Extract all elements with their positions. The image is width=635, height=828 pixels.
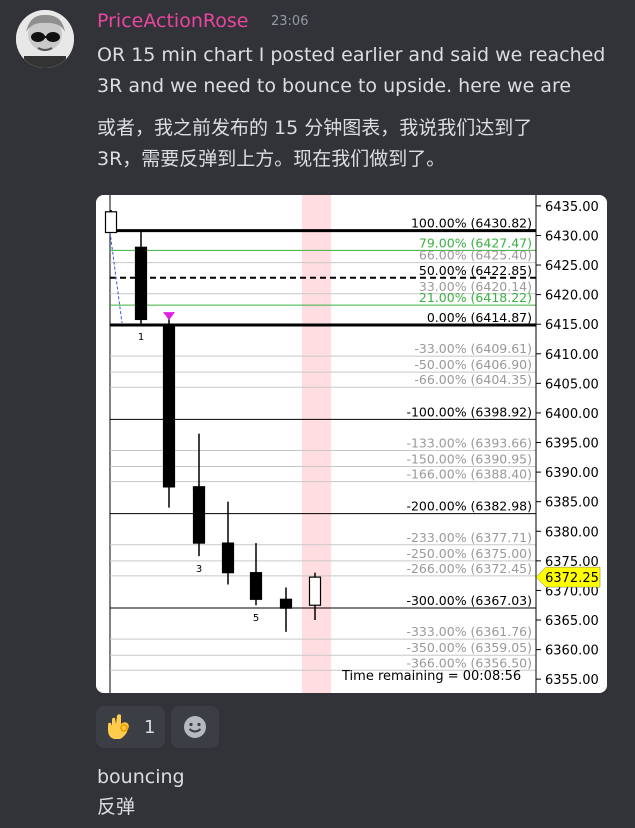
candle-label: 5 <box>253 613 259 624</box>
fib-level-label: 66.00% (6425.40) <box>419 248 532 263</box>
timestamp[interactable]: 23:06 <box>271 14 308 29</box>
price-axis-label: 6365.00 <box>545 614 599 629</box>
message-line: 3R and we need to bounce to upside. here… <box>97 75 572 97</box>
message-text-chinese: 或者，我之前发布的 15 分钟图表，我说我们达到了 3R，需要反弹到上方。现在我… <box>97 113 625 175</box>
reaction-count: 1 <box>144 716 156 738</box>
message-line: 或者，我之前发布的 15 分钟图表，我说我们达到了 <box>97 117 533 139</box>
price-axis-label: 6435.00 <box>545 200 599 215</box>
fib-level-label: -150.00% (6390.95) <box>406 451 532 466</box>
reactions-bar: 1 <box>96 706 220 748</box>
candle-body-up <box>308 576 322 606</box>
message-line: bouncing <box>97 766 185 788</box>
chart-image-attachment[interactable]: 100.00% (6430.82) 79.00% (6427.47) 66.00% … <box>96 195 607 693</box>
candlestick-chart: 100.00% (6430.82)79.00% (6427.47)66.00% … <box>96 195 607 693</box>
smiley-icon <box>184 716 207 738</box>
followup-message: bouncing 反弹 <box>97 762 625 822</box>
price-axis-label: 6405.00 <box>545 377 599 392</box>
candle-body-down <box>134 246 148 321</box>
message-line: OR 15 min chart I posted earlier and sai… <box>97 44 606 66</box>
fib-level-label: 0.00% (6414.87) <box>427 310 532 325</box>
price-axis-label: 6420.00 <box>545 289 599 304</box>
fib-level-label: 21.00% (6418.22) <box>419 290 532 305</box>
candle-label: 1 <box>138 332 144 343</box>
fib-level-label: -250.00% (6375.00) <box>406 546 532 561</box>
fib-level-label: -300.00% (6367.03) <box>406 593 532 608</box>
price-axis-label: 6415.00 <box>545 318 599 333</box>
message-text-english: OR 15 min chart I posted earlier and sai… <box>97 40 625 102</box>
fib-level-label: -50.00% (6406.90) <box>414 357 532 372</box>
price-axis-label: 6355.00 <box>545 673 599 688</box>
fib-level-label: -66.00% (6404.35) <box>414 372 532 387</box>
add-reaction-button[interactable] <box>171 706 220 748</box>
current-price-label: 6372.25 <box>545 571 599 586</box>
candle-body-down <box>192 486 206 544</box>
fib-level-label: 50.00% (6422.85) <box>419 263 532 278</box>
price-axis-label: 6400.00 <box>545 407 599 422</box>
username[interactable]: PriceActionRose <box>97 10 248 32</box>
fib-level-label: -33.00% (6409.61) <box>414 341 532 356</box>
fib-level-label: -266.00% (6372.45) <box>406 561 532 576</box>
fib-level-label: 100.00% (6430.82) <box>411 216 532 231</box>
candle-label: 3 <box>196 564 202 575</box>
price-axis-label: 6390.00 <box>545 466 599 481</box>
fib-level-label: -350.00% (6359.05) <box>406 640 532 655</box>
fib-level-label: -333.00% (6361.76) <box>406 624 532 639</box>
candle-body-up <box>104 211 118 234</box>
fib-level-label: -133.00% (6393.66) <box>406 435 532 450</box>
time-remaining-label: Time remaining = 00:08:56 <box>341 669 521 684</box>
candle-body-down <box>249 572 263 600</box>
avatar[interactable] <box>16 10 74 68</box>
fib-level-label: -200.00% (6382.98) <box>406 499 532 514</box>
price-axis-label: 6380.00 <box>545 525 599 540</box>
message-line: 反弹 <box>97 796 136 818</box>
price-axis-label: 6360.00 <box>545 644 599 659</box>
fib-level-label: -100.00% (6398.92) <box>406 404 532 419</box>
current-bar-highlight <box>302 195 331 693</box>
candle-body-down <box>279 598 293 609</box>
price-axis-label: 6395.00 <box>545 437 599 452</box>
price-axis-label: 6430.00 <box>545 229 599 244</box>
price-axis-label: 6410.00 <box>545 348 599 363</box>
price-axis-label: 6385.00 <box>545 496 599 511</box>
price-axis-label: 6425.00 <box>545 259 599 274</box>
candle <box>104 210 118 234</box>
ok-hand-icon <box>108 714 129 739</box>
message-line: 3R，需要反弹到上方。现在我们做到了。 <box>97 148 446 170</box>
fib-level-label: -233.00% (6377.71) <box>406 530 532 545</box>
candle-body-down <box>221 542 235 574</box>
candle <box>162 318 176 508</box>
fib-level-label: -166.00% (6388.40) <box>406 467 532 482</box>
reaction-ok-hand[interactable]: 1 <box>96 706 166 748</box>
candle-body-down <box>162 323 176 488</box>
